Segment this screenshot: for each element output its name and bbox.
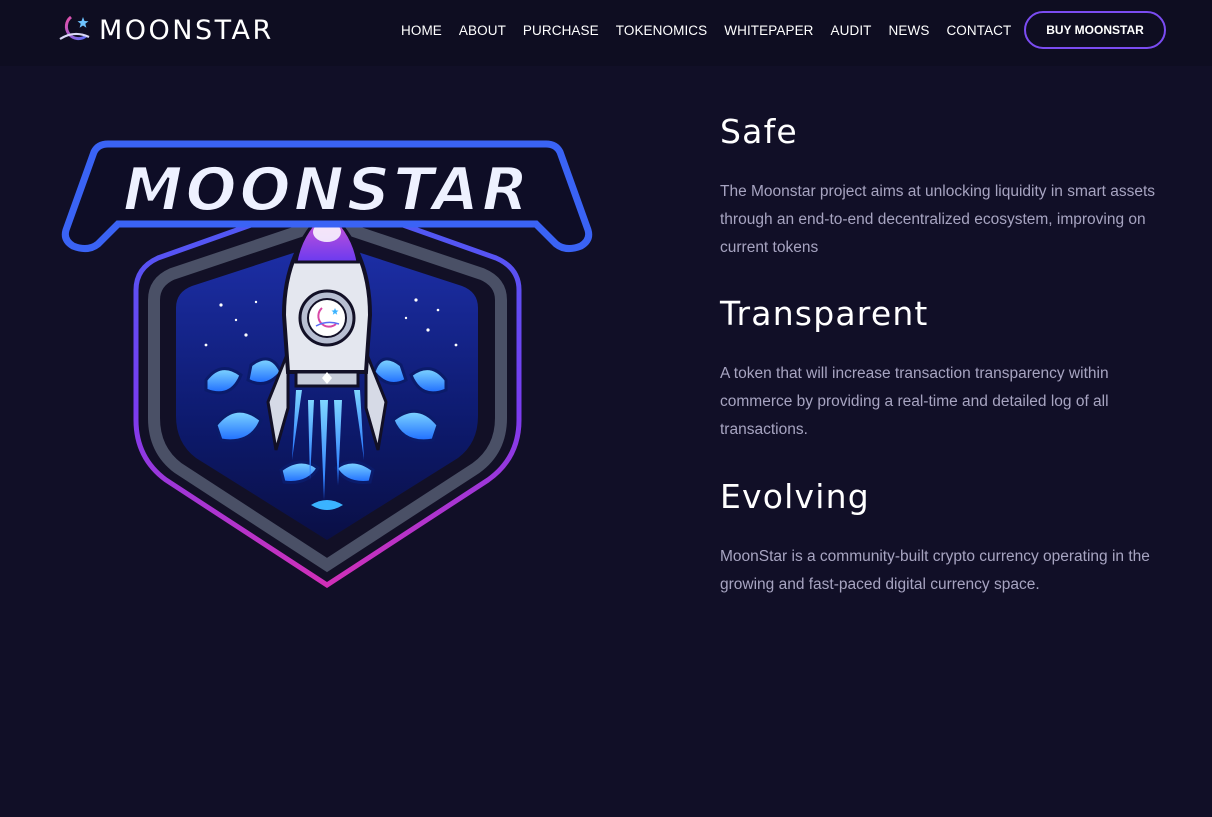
- moon-star-icon: [59, 15, 90, 41]
- emblem-wordmark: MOONSTAR: [123, 155, 531, 225]
- brand-name: MOONSTAR: [99, 14, 274, 46]
- rocket-shield-emblem: MOONSTAR: [61, 140, 593, 588]
- nav-contact[interactable]: CONTACT: [946, 23, 1011, 38]
- nav-home[interactable]: HOME: [401, 23, 442, 38]
- feature-text: The Moonstar project aims at unlocking l…: [720, 183, 1156, 256]
- moonstar-emblem: MOONSTAR: [56, 140, 598, 592]
- brand-logo-link[interactable]: MOONSTAR: [56, 12, 274, 48]
- feature-transparent: Transparent A token that will increase t…: [720, 294, 1170, 444]
- buy-moonstar-button[interactable]: BUY MOONSTAR: [1024, 11, 1166, 49]
- nav-about[interactable]: ABOUT: [459, 23, 506, 38]
- feature-text: A token that will increase transaction t…: [720, 365, 1109, 438]
- nav-news[interactable]: NEWS: [889, 23, 930, 38]
- nav-whitepaper[interactable]: WHITEPAPER: [724, 23, 813, 38]
- feature-text: MoonStar is a community-built crypto cur…: [720, 548, 1150, 593]
- feature-safe: Safe The Moonstar project aims at unlock…: [720, 112, 1170, 262]
- site-header: MOONSTAR HOME ABOUT PURCHASE TOKENOMICS …: [0, 0, 1212, 66]
- feature-title: Transparent: [720, 294, 929, 333]
- feature-title: Safe: [720, 112, 798, 151]
- nav-purchase[interactable]: PURCHASE: [523, 23, 599, 38]
- main-nav: HOME ABOUT PURCHASE TOKENOMICS WHITEPAPE…: [401, 21, 1028, 39]
- feature-title: Evolving: [720, 477, 870, 516]
- feature-evolving: Evolving MoonStar is a community-built c…: [720, 477, 1170, 599]
- nav-tokenomics[interactable]: TOKENOMICS: [616, 23, 708, 38]
- nav-audit[interactable]: AUDIT: [831, 23, 872, 38]
